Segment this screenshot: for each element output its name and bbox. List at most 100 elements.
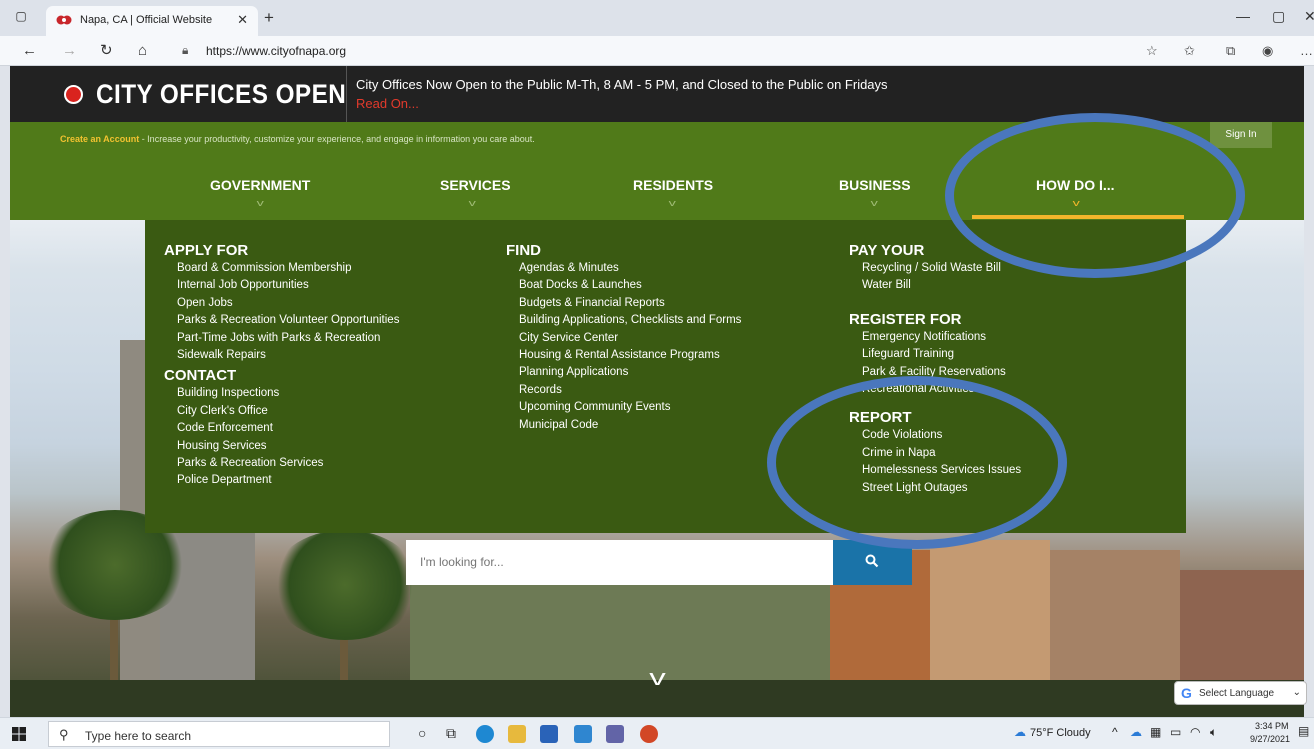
site-search <box>406 540 912 585</box>
close-window-icon[interactable]: ✕ <box>1304 8 1314 25</box>
browser-tab[interactable]: Napa, CA | Official Website ✕ <box>46 6 258 36</box>
more-menu-icon[interactable]: … <box>1300 43 1313 58</box>
nav-business[interactable]: BUSINESS <box>839 177 911 193</box>
menu-link[interactable]: Board & Commission Membership <box>164 260 399 277</box>
sign-in-button[interactable]: Sign In <box>1210 122 1272 148</box>
menu-column-middle: FIND Agendas & Minutes Boat Docks & Laun… <box>506 242 741 434</box>
mail-icon[interactable] <box>574 725 592 743</box>
select-language-dropdown[interactable]: G Select Language ⌄ <box>1174 681 1307 705</box>
tab-actions-icon[interactable]: ▢ <box>14 9 28 23</box>
taskbar-search-box[interactable]: ⚲ Type here to search <box>48 721 390 747</box>
powerpoint-icon[interactable] <box>640 725 658 743</box>
create-account-link[interactable]: Create an Account <box>60 134 139 144</box>
site-favicon-icon <box>56 15 72 25</box>
windows-start-icon[interactable] <box>12 727 26 741</box>
address-toolbar: ← → ↻ ⌂ 🔒︎ https://www.cityofnapa.org ☆ … <box>0 36 1314 66</box>
menu-link[interactable]: Building Applications, Checklists and Fo… <box>506 312 741 329</box>
menu-link[interactable]: Boat Docks & Launches <box>506 277 741 294</box>
menu-link[interactable]: City Clerk's Office <box>164 403 399 420</box>
refresh-icon[interactable]: ↻ <box>100 42 113 59</box>
menu-link[interactable]: Upcoming Community Events <box>506 399 741 416</box>
menu-link[interactable]: Homelessness Services Issues <box>849 462 1021 479</box>
nav-government[interactable]: GOVERNMENT <box>210 177 310 193</box>
profile-icon[interactable]: ◉ <box>1262 43 1273 59</box>
menu-link[interactable]: Street Light Outages <box>849 480 1021 497</box>
url-text: https://www.cityofnapa.org <box>206 44 347 58</box>
menu-link[interactable]: Recreational Activities <box>849 381 1021 398</box>
network-icon[interactable]: ▦ <box>1150 725 1161 739</box>
menu-link[interactable]: Code Enforcement <box>164 420 399 437</box>
maximize-icon[interactable]: ▢ <box>1272 8 1285 25</box>
search-button[interactable] <box>833 540 912 585</box>
home-icon[interactable]: ⌂ <box>138 42 147 59</box>
menu-link[interactable]: Parks & Recreation Volunteer Opportuniti… <box>164 312 399 329</box>
contact-heading: CONTACT <box>164 367 237 385</box>
close-tab-icon[interactable]: ✕ <box>237 12 248 28</box>
menu-link[interactable]: Housing & Rental Assistance Programs <box>506 347 741 364</box>
search-input[interactable] <box>420 555 820 569</box>
menu-link[interactable]: City Service Center <box>506 330 741 347</box>
weather-text[interactable]: 75°F Cloudy <box>1030 727 1091 739</box>
menu-link[interactable]: Municipal Code <box>506 417 741 434</box>
teams-icon[interactable] <box>606 725 624 743</box>
menu-link[interactable]: Internal Job Opportunities <box>164 277 399 294</box>
read-aloud-icon[interactable]: ☆ <box>1146 43 1158 59</box>
minimize-icon[interactable]: — <box>1236 8 1250 24</box>
lock-icon: 🔒︎ <box>182 43 189 57</box>
menu-link[interactable]: Lifeguard Training <box>849 346 1021 363</box>
alert-message: City Offices Now Open to the Public M-Th… <box>356 77 888 92</box>
menu-link[interactable]: Agendas & Minutes <box>506 260 741 277</box>
screen: ▢ Napa, CA | Official Website ✕ + — ▢ ✕ … <box>0 0 1314 749</box>
favorites-icon[interactable]: ✩ <box>1184 43 1195 59</box>
taskbar-date[interactable]: 9/27/2021 <box>1250 734 1290 744</box>
menu-link[interactable]: Recycling / Solid Waste Bill <box>849 260 1021 277</box>
volume-icon[interactable]: 🔈︎ <box>1210 725 1217 740</box>
cortana-icon[interactable]: ○ <box>418 725 426 741</box>
search-icon <box>865 554 879 568</box>
account-bar: Create an Account - Increase your produc… <box>10 122 1304 158</box>
menu-link[interactable]: Crime in Napa <box>849 445 1021 462</box>
nav-how-do-i[interactable]: HOW DO I... <box>1036 177 1115 193</box>
file-explorer-icon[interactable] <box>508 725 526 743</box>
new-tab-icon[interactable]: + <box>264 9 274 26</box>
menu-link[interactable]: Housing Services <box>164 438 399 455</box>
menu-column-right: PAY YOUR Recycling / Solid Waste Bill Wa… <box>849 242 1021 497</box>
battery-icon[interactable]: ▭ <box>1170 725 1181 739</box>
menu-link[interactable]: Water Bill <box>849 277 1021 294</box>
menu-link[interactable]: Police Department <box>164 472 399 489</box>
windows-taskbar: ⚲ Type here to search ○ ⧉ ☁ 75°F Cloudy … <box>0 717 1314 749</box>
menu-link[interactable]: Planning Applications <box>506 364 741 381</box>
back-icon[interactable]: ← <box>22 42 37 59</box>
chevron-up-icon[interactable]: ^ <box>1112 725 1118 739</box>
menu-link[interactable]: Parks & Recreation Services <box>164 455 399 472</box>
wifi-icon[interactable]: ◠ <box>1190 725 1200 739</box>
notifications-icon[interactable]: ▤ <box>1298 724 1309 738</box>
collections-icon[interactable]: ⧉ <box>1226 43 1235 59</box>
menu-link[interactable]: Emergency Notifications <box>849 329 1021 346</box>
chevron-down-icon: v <box>668 198 676 208</box>
store-icon[interactable] <box>540 725 558 743</box>
scroll-down-chevron-icon[interactable]: v <box>649 665 666 691</box>
task-view-icon[interactable]: ⧉ <box>446 725 456 742</box>
main-navigation: GOVERNMENT v SERVICES v RESIDENTS v BUSI… <box>10 158 1304 220</box>
menu-link[interactable]: Budgets & Financial Reports <box>506 295 741 312</box>
alert-read-on-link[interactable]: Read On... <box>356 96 419 111</box>
menu-link[interactable]: Part-Time Jobs with Parks & Recreation <box>164 330 399 347</box>
menu-link[interactable]: Building Inspections <box>164 385 399 402</box>
register-for-heading: REGISTER FOR <box>849 310 962 328</box>
menu-link[interactable]: Open Jobs <box>164 295 399 312</box>
nav-residents[interactable]: RESIDENTS <box>633 177 713 193</box>
taskbar-time[interactable]: 3:34 PM <box>1255 721 1289 731</box>
url-field[interactable]: 🔒︎ https://www.cityofnapa.org <box>172 40 1132 62</box>
onedrive-icon[interactable]: ☁ <box>1130 725 1142 739</box>
edge-browser-icon[interactable] <box>476 725 494 743</box>
menu-link[interactable]: Records <box>506 382 741 399</box>
menu-link[interactable]: Sidewalk Repairs <box>164 347 399 364</box>
chevron-down-icon: v <box>468 198 476 208</box>
menu-link[interactable]: Park & Facility Reservations <box>849 364 1021 381</box>
how-do-i-mega-menu: APPLY FOR Board & Commission Membership … <box>145 220 1186 533</box>
menu-link[interactable]: Code Violations <box>849 427 1021 444</box>
chevron-down-icon: v <box>1072 198 1080 208</box>
nav-services[interactable]: SERVICES <box>440 177 511 193</box>
forward-icon[interactable]: → <box>62 42 77 59</box>
